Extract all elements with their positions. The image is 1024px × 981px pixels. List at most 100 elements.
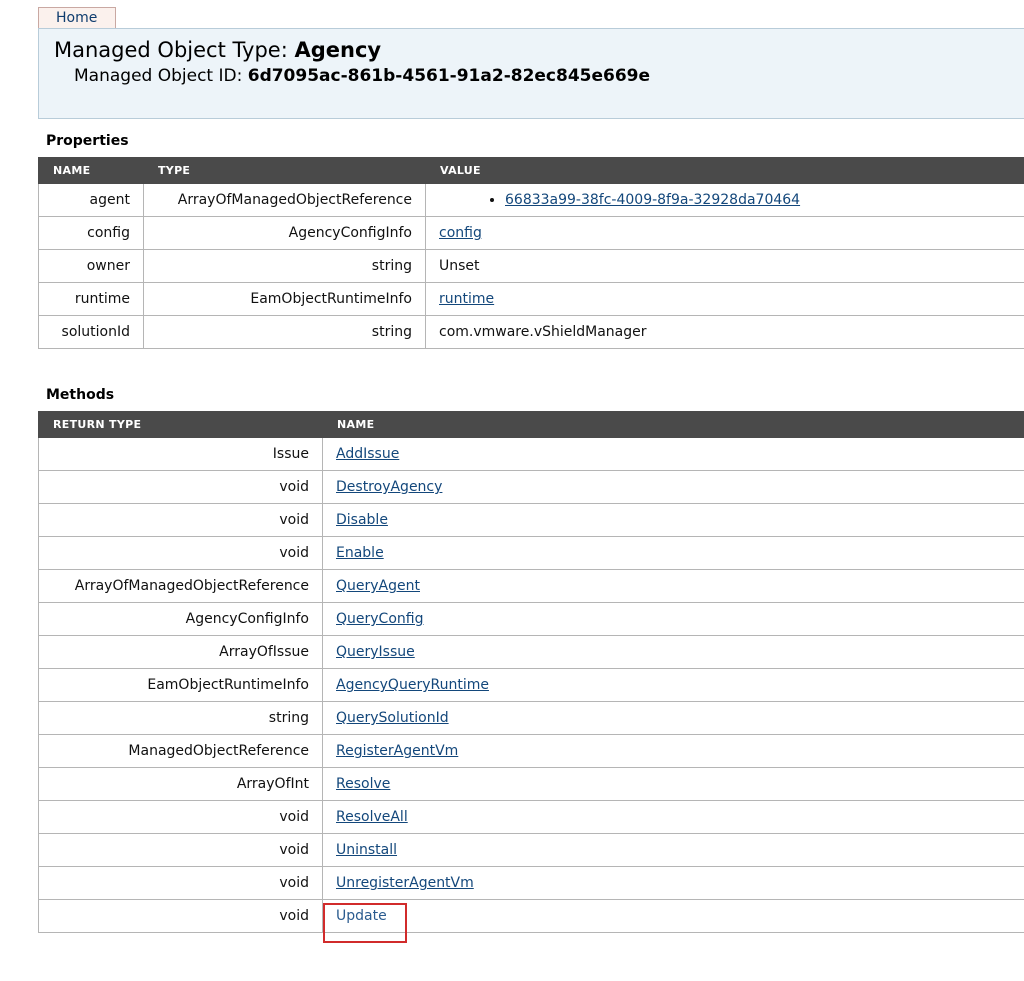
property-row-owner: owner string Unset: [38, 249, 1024, 283]
method-name-cell: DestroyAgency: [322, 470, 1024, 504]
property-row-agent: agent ArrayOfManagedObjectReference 6683…: [38, 183, 1024, 217]
col-header-value: VALUE: [425, 157, 1024, 184]
method-name-cell: QuerySolutionId: [322, 701, 1024, 735]
method-link-queryconfig[interactable]: QueryConfig: [336, 611, 423, 627]
property-type: EamObjectRuntimeInfo: [143, 282, 426, 316]
property-type: string: [143, 315, 426, 349]
methods-title: Methods: [46, 387, 115, 403]
property-name: agent: [38, 183, 144, 217]
properties-table: NAME TYPE VALUE agent ArrayOfManagedObje…: [38, 157, 1024, 349]
property-value: Unset: [425, 249, 1024, 283]
config-link[interactable]: config: [439, 225, 482, 241]
method-row: ArrayOfInt Resolve: [38, 767, 1024, 801]
method-return-type: void: [38, 536, 323, 570]
properties-header-row: NAME TYPE VALUE: [38, 157, 1024, 184]
method-name-cell: Uninstall: [322, 833, 1024, 867]
col-header-method-name: NAME: [322, 411, 1024, 438]
method-link-destroyagency[interactable]: DestroyAgency: [336, 479, 442, 495]
home-tab[interactable]: Home: [38, 7, 116, 28]
list-item: 66833a99-38fc-4009-8f9a-32928da70464: [505, 190, 1024, 210]
property-value: 66833a99-38fc-4009-8f9a-32928da70464: [425, 183, 1024, 217]
method-name-cell: Disable: [322, 503, 1024, 537]
method-row: ManagedObjectReference RegisterAgentVm: [38, 734, 1024, 768]
method-link-agencyqueryruntime[interactable]: AgencyQueryRuntime: [336, 677, 489, 693]
method-name-cell: Update: [322, 899, 1024, 933]
id-value: 6d7095ac-861b-4561-91a2-82ec845e669e: [247, 66, 651, 86]
method-row: Issue AddIssue: [38, 437, 1024, 471]
property-value: com.vmware.vShieldManager: [425, 315, 1024, 349]
method-link-resolveall[interactable]: ResolveAll: [336, 809, 408, 825]
property-name: owner: [38, 249, 144, 283]
property-row-config: config AgencyConfigInfo config: [38, 216, 1024, 250]
method-row: void UnregisterAgentVm: [38, 866, 1024, 900]
type-label: Managed Object Type:: [54, 38, 295, 62]
method-link-registeragentvm[interactable]: RegisterAgentVm: [336, 743, 458, 759]
method-row: void Enable: [38, 536, 1024, 570]
method-return-type: ArrayOfInt: [38, 767, 323, 801]
managed-object-id: Managed Object ID: 6d7095ac-861b-4561-91…: [74, 65, 650, 87]
method-name-cell: Enable: [322, 536, 1024, 570]
method-return-type: Issue: [38, 437, 323, 471]
method-return-type: void: [38, 866, 323, 900]
properties-title: Properties: [46, 133, 129, 149]
object-header: Managed Object Type: Agency Managed Obje…: [38, 28, 1024, 119]
id-label: Managed Object ID:: [74, 66, 248, 86]
property-type: AgencyConfigInfo: [143, 216, 426, 250]
methods-header-row: RETURN TYPE NAME: [38, 411, 1024, 438]
method-link-unregisteragentvm[interactable]: UnregisterAgentVm: [336, 875, 474, 891]
managed-object-type: Managed Object Type: Agency: [54, 37, 381, 63]
method-link-uninstall[interactable]: Uninstall: [336, 842, 397, 858]
property-type: string: [143, 249, 426, 283]
method-name-cell: QueryIssue: [322, 635, 1024, 669]
method-link-enable[interactable]: Enable: [336, 545, 384, 561]
method-link-resolve[interactable]: Resolve: [336, 776, 390, 792]
method-link-querysolutionid[interactable]: QuerySolutionId: [336, 710, 449, 726]
method-link-addissue[interactable]: AddIssue: [336, 446, 399, 462]
method-row: void ResolveAll: [38, 800, 1024, 834]
method-link-queryissue[interactable]: QueryIssue: [336, 644, 415, 660]
method-return-type: void: [38, 503, 323, 537]
method-name-cell: QueryConfig: [322, 602, 1024, 636]
property-value-list: 66833a99-38fc-4009-8f9a-32928da70464: [439, 190, 1024, 210]
property-row-runtime: runtime EamObjectRuntimeInfo runtime: [38, 282, 1024, 316]
method-name-cell: Resolve: [322, 767, 1024, 801]
property-type: ArrayOfManagedObjectReference: [143, 183, 426, 217]
method-name-cell: AgencyQueryRuntime: [322, 668, 1024, 702]
method-name-cell: ResolveAll: [322, 800, 1024, 834]
method-return-type: void: [38, 899, 323, 933]
property-name: solutionId: [38, 315, 144, 349]
method-return-type: void: [38, 833, 323, 867]
method-return-type: string: [38, 701, 323, 735]
property-name: config: [38, 216, 144, 250]
method-row: AgencyConfigInfo QueryConfig: [38, 602, 1024, 636]
method-row: string QuerySolutionId: [38, 701, 1024, 735]
methods-table: RETURN TYPE NAME Issue AddIssue void Des…: [38, 411, 1024, 933]
method-row: void DestroyAgency: [38, 470, 1024, 504]
method-row: void Update: [38, 899, 1024, 933]
method-row: void Disable: [38, 503, 1024, 537]
runtime-link[interactable]: runtime: [439, 291, 494, 307]
method-name-cell: AddIssue: [322, 437, 1024, 471]
method-link-queryagent[interactable]: QueryAgent: [336, 578, 420, 594]
type-value: Agency: [294, 38, 382, 62]
agent-reference-link[interactable]: 66833a99-38fc-4009-8f9a-32928da70464: [505, 192, 800, 208]
property-row-solutionid: solutionId string com.vmware.vShieldMana…: [38, 315, 1024, 349]
method-name-cell: QueryAgent: [322, 569, 1024, 603]
property-value: runtime: [425, 282, 1024, 316]
method-link-disable[interactable]: Disable: [336, 512, 388, 528]
method-return-type: EamObjectRuntimeInfo: [38, 668, 323, 702]
method-row: ArrayOfManagedObjectReference QueryAgent: [38, 569, 1024, 603]
home-link[interactable]: Home: [56, 10, 97, 26]
method-return-type: AgencyConfigInfo: [38, 602, 323, 636]
col-header-name: NAME: [38, 157, 144, 184]
method-row: EamObjectRuntimeInfo AgencyQueryRuntime: [38, 668, 1024, 702]
method-row: void Uninstall: [38, 833, 1024, 867]
method-name-cell: UnregisterAgentVm: [322, 866, 1024, 900]
col-header-return-type: RETURN TYPE: [38, 411, 323, 438]
method-link-update[interactable]: Update: [336, 908, 387, 924]
method-return-type: ArrayOfManagedObjectReference: [38, 569, 323, 603]
method-return-type: ArrayOfIssue: [38, 635, 323, 669]
method-return-type: ManagedObjectReference: [38, 734, 323, 768]
property-value: config: [425, 216, 1024, 250]
method-name-cell: RegisterAgentVm: [322, 734, 1024, 768]
